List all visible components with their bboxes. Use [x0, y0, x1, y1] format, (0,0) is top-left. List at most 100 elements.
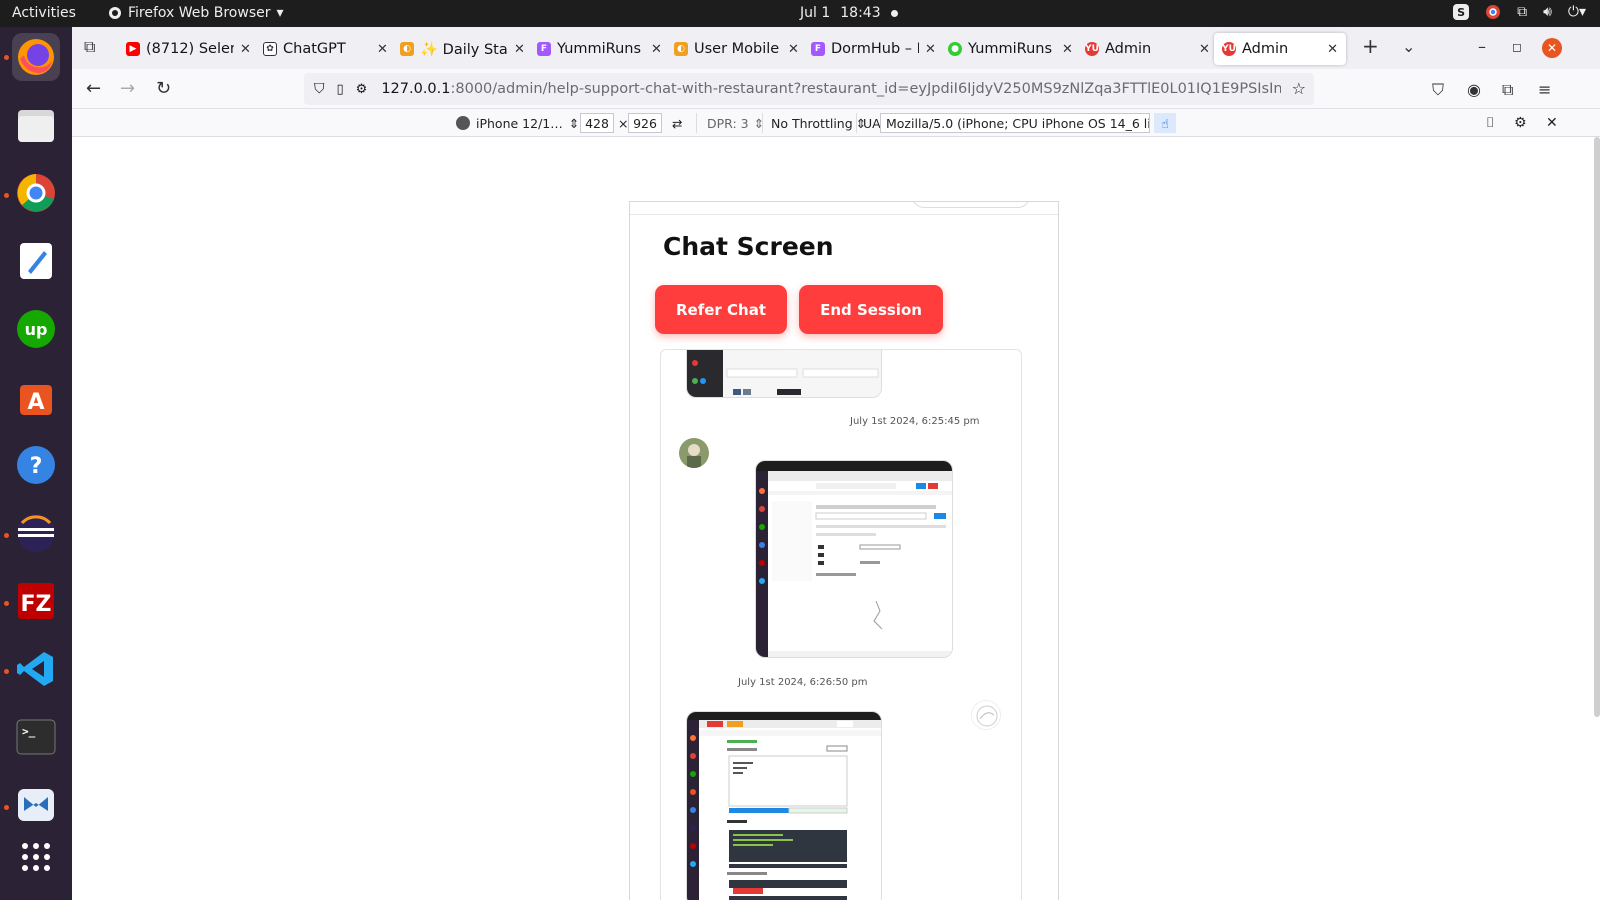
- reload-icon[interactable]: ↻: [156, 78, 171, 99]
- message-image[interactable]: [686, 350, 882, 398]
- activities-button[interactable]: Activities: [12, 5, 76, 21]
- tab-admin[interactable]: YU Admin ✕: [1077, 33, 1218, 65]
- files-icon[interactable]: [12, 101, 60, 149]
- dpr-label: DPR: 3: [707, 115, 749, 131]
- svg-text:>_: >_: [22, 725, 36, 738]
- tab-title: YummiRuns: [557, 41, 642, 57]
- updown-icon: ⇕: [568, 115, 580, 131]
- yummi-icon: ◐: [400, 42, 414, 56]
- viewport-width-input[interactable]: 428: [580, 113, 614, 133]
- scrollbar[interactable]: [1594, 137, 1600, 717]
- chevron-down-icon: ▾: [276, 5, 284, 21]
- user-agent-input[interactable]: Mozilla/5.0 (iPhone; CPU iPhone OS 14_6 …: [880, 113, 1150, 133]
- text-editor-icon[interactable]: [12, 237, 60, 285]
- pocket-icon[interactable]: ⛉: [1432, 80, 1444, 100]
- forward-icon[interactable]: →: [120, 78, 135, 99]
- skype-icon[interactable]: S: [1453, 4, 1470, 20]
- help-icon[interactable]: ?: [12, 441, 60, 489]
- system-tray[interactable]: S ⧉ 🔊︎ ⏻▾: [1453, 4, 1586, 20]
- show-apps-icon[interactable]: [12, 833, 60, 881]
- permissions-icon[interactable]: ⚙︎: [356, 82, 368, 97]
- touch-simulation-icon[interactable]: ☝︎: [1154, 113, 1176, 133]
- power-icon[interactable]: ⏻▾: [1568, 4, 1586, 20]
- rotate-icon[interactable]: ⇄: [672, 113, 682, 133]
- tab-yummiruns-figma[interactable]: F YummiRuns ✕: [529, 33, 670, 65]
- dock: up A ? FZ >_: [0, 27, 72, 900]
- menu-icon[interactable]: ≡: [1538, 80, 1551, 99]
- page-icon[interactable]: ▯: [337, 82, 344, 97]
- url-text[interactable]: 127.0.0.1:8000/admin/help-support-chat-w…: [381, 81, 1281, 97]
- app-menu[interactable]: Firefox Web Browser ▾: [108, 5, 284, 21]
- message-image[interactable]: [755, 460, 953, 658]
- close-icon[interactable]: ✕: [651, 42, 662, 57]
- viewport-height-input[interactable]: 926: [628, 113, 662, 133]
- close-icon[interactable]: ✕: [1062, 42, 1073, 57]
- throttling-selector[interactable]: No Throttling ⇕: [762, 113, 866, 133]
- firefox-small-icon: [109, 7, 121, 19]
- back-icon[interactable]: ←: [86, 78, 101, 99]
- upwork-icon[interactable]: up: [12, 305, 60, 353]
- tab-youtube[interactable]: ▶ (8712) Selen ✕: [118, 33, 259, 65]
- yu-icon: YU: [1085, 42, 1099, 56]
- terminal-icon[interactable]: >_: [12, 713, 60, 761]
- svg-text:A: A: [27, 390, 44, 415]
- tab-title: User Mobile: [694, 41, 780, 57]
- close-rdm-icon[interactable]: ✕: [1546, 113, 1558, 133]
- tab-yummiruns[interactable]: ● YummiRuns ✕: [940, 33, 1081, 65]
- extensions-icon[interactable]: ⧉: [1502, 80, 1513, 100]
- filezilla-icon[interactable]: FZ: [12, 577, 60, 625]
- network-icon[interactable]: ⧉: [1517, 4, 1527, 20]
- device-selector[interactable]: iPhone 12/1… ⇕: [456, 113, 579, 133]
- vscode-icon[interactable]: [12, 645, 60, 693]
- tab-admin-active[interactable]: YU Admin ✕: [1214, 33, 1346, 65]
- dpr-selector[interactable]: DPR: 3 ⇕: [696, 113, 764, 133]
- date-label: Jul 1: [800, 5, 831, 21]
- tab-user-mobile[interactable]: ◐ User Mobile ✕: [666, 33, 807, 65]
- volume-icon[interactable]: 🔊︎: [1543, 4, 1552, 20]
- end-session-button[interactable]: End Session: [799, 285, 943, 334]
- chrome-icon[interactable]: [12, 169, 60, 217]
- partial-button[interactable]: [912, 202, 1030, 208]
- close-icon[interactable]: ✕: [377, 42, 388, 57]
- time-label: 18:43: [840, 5, 881, 21]
- tab-overview-icon[interactable]: ⧉: [84, 37, 95, 57]
- new-tab-icon[interactable]: +: [1362, 34, 1379, 58]
- close-window-icon[interactable]: ✕: [1542, 38, 1562, 58]
- close-icon[interactable]: ✕: [788, 42, 799, 57]
- close-icon[interactable]: ✕: [514, 42, 525, 57]
- device-icon: [456, 116, 470, 130]
- chrome-icon[interactable]: [1485, 4, 1501, 20]
- app-center-icon[interactable]: A: [12, 373, 60, 421]
- tab-title: Admin: [1105, 41, 1152, 57]
- tab-title: ✨ Daily Stat: [420, 41, 508, 58]
- close-icon[interactable]: ✕: [1199, 42, 1210, 57]
- close-icon[interactable]: ✕: [1327, 42, 1338, 57]
- dimension-times: ×: [618, 115, 629, 131]
- minimize-icon[interactable]: –: [1478, 37, 1486, 56]
- shield-icon[interactable]: ⛉: [314, 81, 325, 97]
- tab-dormhub[interactable]: F DormHub – I ✕: [803, 33, 944, 65]
- eclipse-icon[interactable]: [12, 509, 60, 557]
- settings-gear-icon[interactable]: ⚙︎: [1514, 113, 1527, 133]
- url-bar[interactable]: ⛉ ▯ ⚙︎ 127.0.0.1:8000/admin/help-support…: [304, 73, 1314, 105]
- running-indicator: [4, 193, 9, 198]
- account-icon[interactable]: ◉: [1467, 80, 1481, 99]
- chat-messages[interactable]: July 1st 2024, 6:25:45 pm July 1st 2024,…: [660, 349, 1022, 900]
- running-indicator: [4, 533, 9, 538]
- yummi-icon: ◐: [674, 42, 688, 56]
- firefox-icon[interactable]: [12, 33, 60, 81]
- list-tabs-icon[interactable]: ⌄: [1402, 37, 1415, 56]
- maximize-icon[interactable]: ◻: [1512, 40, 1522, 54]
- bookmark-star-icon[interactable]: ☆: [1292, 79, 1306, 98]
- clock[interactable]: Jul 1 18:43: [800, 5, 898, 21]
- refer-chat-button[interactable]: Refer Chat: [655, 285, 787, 334]
- remmina-icon[interactable]: [12, 781, 60, 829]
- throttling-label: No Throttling: [771, 115, 853, 131]
- tab-chatgpt[interactable]: ✿ ChatGPT ✕: [255, 33, 396, 65]
- running-indicator: [4, 601, 9, 606]
- close-icon[interactable]: ✕: [240, 42, 251, 57]
- message-image[interactable]: [686, 711, 882, 900]
- screenshot-icon[interactable]: ⌷: [1486, 113, 1494, 133]
- tab-daily-stat[interactable]: ◐ ✨ Daily Stat ✕: [392, 33, 533, 65]
- close-icon[interactable]: ✕: [925, 42, 936, 57]
